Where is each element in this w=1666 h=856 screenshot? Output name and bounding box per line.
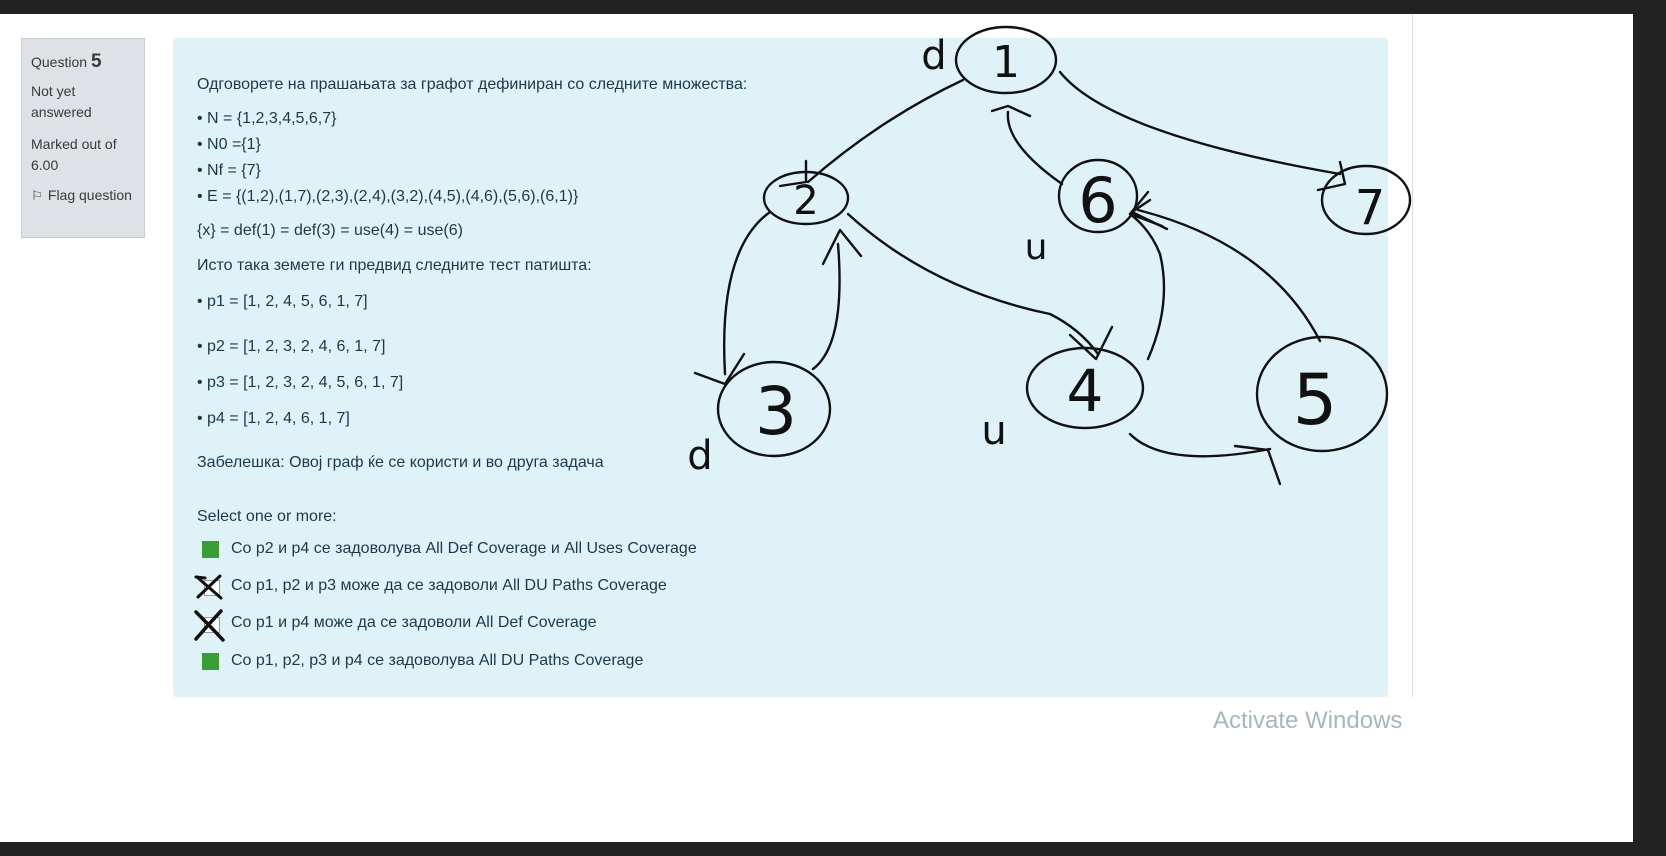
answer-option-2[interactable]: Со p1, p2 и p3 може да се задоволи All D…	[173, 572, 773, 602]
set-n0: • N0 ={1}	[197, 136, 261, 153]
question-grade: Marked out of 6.00	[31, 136, 117, 173]
paths-intro: Исто така земете ги предвид следните тес…	[197, 257, 592, 274]
page-divider	[1412, 14, 1413, 697]
select-label: Select one or more:	[197, 508, 337, 525]
path-p1: • p1 = [1, 2, 4, 5, 6, 1, 7]	[197, 293, 368, 310]
flag-question-link[interactable]: ⚐ Flag question	[31, 185, 135, 206]
prompt-intro: Одговорете на прашањата за графот дефини…	[197, 76, 748, 93]
question-number: Question 5	[31, 51, 102, 72]
set-e: • E = {(1,2),(1,7),(2,3),(2,4),(3,2),(4,…	[197, 188, 579, 205]
flag-icon: ⚐	[31, 188, 43, 203]
path-p3: • p3 = [1, 2, 3, 2, 4, 5, 6, 1, 7]	[197, 374, 404, 391]
answer-option-4[interactable]: Со p1, p2, p3 и p4 се задоволува All DU …	[173, 647, 773, 677]
cross-mark-icon	[194, 574, 223, 600]
prompt-note: Забелешка: Овој граф ќе се користи и во …	[197, 454, 604, 471]
cross-mark-icon	[194, 609, 225, 642]
set-nf: • Nf = {7}	[197, 162, 261, 179]
question-content: Одговорете на прашањата за графот дефини…	[173, 38, 1402, 734]
question-state: Not yet answered	[31, 83, 92, 120]
path-p4: • p4 = [1, 2, 4, 6, 1, 7]	[197, 410, 350, 427]
page: Question 5 Not yet answered Marked out of…	[0, 14, 1633, 842]
green-mark	[202, 653, 219, 670]
answer-option-3[interactable]: Со p1 и p4 може да се задоволи All Def C…	[173, 609, 773, 642]
activate-windows-watermark: Activate Windows	[1213, 707, 1403, 734]
green-mark	[202, 541, 219, 558]
def-use-line: {x} = def(1) = def(3) = use(4) = use(6)	[197, 222, 463, 239]
set-n: • N = {1,2,3,4,5,6,7}	[197, 110, 337, 127]
answer-option-1[interactable]: Со p2 и p4 се задоволува All Def Coverag…	[173, 535, 773, 565]
question-info: Question 5 Not yet answered Marked out of…	[21, 38, 145, 238]
path-p2: • p2 = [1, 2, 3, 2, 4, 6, 1, 7]	[197, 338, 386, 355]
